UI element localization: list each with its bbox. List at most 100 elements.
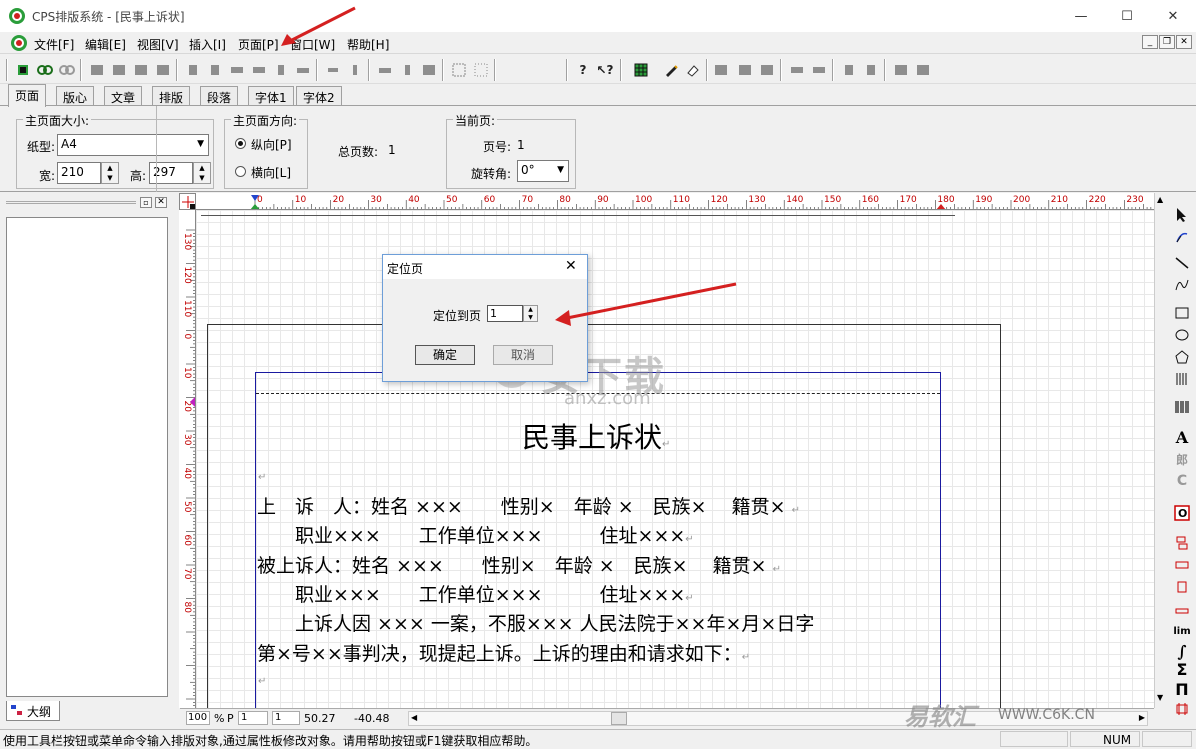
ok-button[interactable]: 确定: [415, 345, 475, 365]
circle-text-tool-icon[interactable]: C: [1170, 471, 1194, 491]
table-tool-icon[interactable]: [788, 61, 806, 79]
select-frame-icon[interactable]: [14, 61, 32, 79]
page-field-b[interactable]: 1: [272, 711, 300, 725]
ungroup-icon[interactable]: [472, 61, 490, 79]
align-icon[interactable]: [154, 61, 172, 79]
menu-edit[interactable]: 编辑[E]: [85, 36, 126, 53]
menu-file[interactable]: 文件[F]: [34, 36, 74, 53]
align-icon[interactable]: [132, 61, 150, 79]
unlink-icon[interactable]: [58, 61, 76, 79]
align-top-icon[interactable]: [228, 61, 246, 79]
table-tool-icon[interactable]: [914, 61, 932, 79]
node-edit-tool-icon[interactable]: [1170, 227, 1194, 247]
same-height-icon[interactable]: [398, 61, 416, 79]
menu-page[interactable]: 页面[P]: [238, 36, 279, 53]
width-field[interactable]: 210: [57, 162, 101, 184]
document-line[interactable]: 第×号××事判决，现提起上诉。上诉的理由和请求如下：↵: [257, 639, 750, 666]
matrix-tool-icon[interactable]: [1170, 699, 1194, 719]
link-icon[interactable]: [36, 61, 54, 79]
menu-view[interactable]: 视图[V]: [137, 36, 179, 53]
table-tool-icon[interactable]: [862, 61, 880, 79]
ellipse-tool-icon[interactable]: [1170, 325, 1194, 345]
align-icon[interactable]: [110, 61, 128, 79]
scroll-thumb[interactable]: [611, 712, 627, 725]
document-line[interactable]: 职业××× 工作单位××× 住址×××↵: [257, 580, 694, 607]
mdi-close-button[interactable]: ✕: [1176, 35, 1192, 49]
mdi-restore-button[interactable]: ❐: [1159, 35, 1175, 49]
table-tool-icon[interactable]: [758, 61, 776, 79]
outline-tree[interactable]: [6, 217, 168, 697]
horizontal-ruler[interactable]: 0 10 20 30 40 50 60 70 80 90 100 110 120 130 140 150 160…: [196, 193, 1154, 210]
product-tool-icon[interactable]: Π: [1170, 679, 1194, 699]
landscape-radio[interactable]: [235, 166, 246, 177]
tab-font1[interactable]: 字体1: [248, 86, 294, 106]
tab-article[interactable]: 文章: [104, 86, 143, 106]
barcode-tool-icon[interactable]: [1170, 397, 1194, 417]
document-line[interactable]: 被上诉人：姓名 ××× 性别× 年龄 × 民族× 籍贯× ↵: [257, 551, 781, 578]
group-icon[interactable]: [450, 61, 468, 79]
rectangle-tool-icon[interactable]: [1170, 303, 1194, 323]
close-button[interactable]: ✕: [1150, 0, 1196, 32]
align-icon[interactable]: [88, 61, 106, 79]
ruler-origin[interactable]: [179, 193, 196, 210]
document-line[interactable]: 职业××× 工作单位××× 住址×××↵: [257, 521, 694, 548]
document-title[interactable]: 民事上诉状↵: [522, 416, 670, 456]
menu-insert[interactable]: 插入[I]: [189, 36, 226, 53]
scroll-left-icon[interactable]: ◀: [411, 713, 417, 722]
align-left-icon[interactable]: [184, 61, 202, 79]
landscape-label[interactable]: 横向[L]: [251, 164, 291, 181]
document-icon[interactable]: [10, 34, 28, 52]
align-right-icon[interactable]: [206, 61, 224, 79]
frame-tool-icon[interactable]: O: [1170, 503, 1194, 523]
same-size-icon[interactable]: [420, 61, 438, 79]
vertical-scrollbar[interactable]: ▲ ▼: [1154, 193, 1168, 708]
menu-help[interactable]: 帮助[H]: [347, 36, 389, 53]
portrait-label[interactable]: 纵向[P]: [251, 136, 292, 153]
polygon-tool-icon[interactable]: [1170, 347, 1194, 367]
pane-close-button[interactable]: ✕: [155, 197, 167, 208]
vertical-text-tool-icon[interactable]: 郎: [1170, 449, 1194, 469]
document-line[interactable]: 上诉人因 ××× 一案，不服××× 人民法院于××年×月×日字: [257, 609, 814, 636]
tab-typeset[interactable]: 排版: [152, 86, 191, 106]
minimize-button[interactable]: —: [1058, 0, 1104, 32]
scroll-right-icon[interactable]: ▶: [1139, 713, 1145, 722]
same-width-icon[interactable]: [376, 61, 394, 79]
table-tool-icon[interactable]: [736, 61, 754, 79]
text-tool-icon[interactable]: A: [1170, 427, 1194, 447]
layout-tool-icon[interactable]: [1170, 577, 1194, 597]
document-line[interactable]: 上 诉 人：姓名 ××× 性别× 年龄 × 民族× 籍贯× ↵: [257, 492, 800, 519]
align-middle-icon[interactable]: [294, 61, 312, 79]
portrait-radio[interactable]: [235, 138, 246, 149]
maximize-button[interactable]: ☐: [1104, 0, 1150, 32]
line-tool-icon[interactable]: [1170, 253, 1194, 273]
context-help-icon[interactable]: ↖?: [596, 61, 614, 79]
layout-canvas[interactable]: 民事上诉状↵ ↵ 上 诉 人：姓名 ××× 性别× 年龄 × 民族× 籍贯× ↵…: [196, 210, 1154, 708]
outline-tab[interactable]: 大纲: [6, 701, 60, 721]
hatch-tool-icon[interactable]: [1170, 369, 1194, 389]
tab-paragraph[interactable]: 段落: [200, 86, 239, 106]
dialog-close-icon[interactable]: ✕: [565, 258, 577, 274]
mdi-minimize-button[interactable]: _: [1142, 35, 1158, 49]
goto-page-stepper[interactable]: ▲ ▼: [523, 305, 538, 322]
page-field-a[interactable]: 1: [238, 711, 268, 725]
distribute-h-icon[interactable]: [324, 61, 342, 79]
layout-tool-icon[interactable]: [1170, 555, 1194, 575]
pointer-tool-icon[interactable]: [1170, 205, 1194, 225]
vertical-ruler[interactable]: 130 120 110 0 10 20 30 40 50 60 70 80: [179, 210, 196, 708]
rotation-select[interactable]: 0° ▼: [517, 160, 569, 182]
menu-window[interactable]: 窗口[W]: [290, 36, 335, 53]
table-tool-icon[interactable]: [840, 61, 858, 79]
layout-tool-icon[interactable]: [1170, 533, 1194, 553]
cancel-button[interactable]: 取消: [493, 345, 553, 365]
pencil-icon[interactable]: [662, 61, 680, 79]
zoom-field[interactable]: 100: [186, 711, 210, 725]
align-bottom-icon[interactable]: [250, 61, 268, 79]
eraser-icon[interactable]: [684, 61, 702, 79]
tab-font2[interactable]: 字体2: [296, 86, 342, 106]
table-tool-icon[interactable]: [712, 61, 730, 79]
table-tool-icon[interactable]: [810, 61, 828, 79]
scroll-down-icon[interactable]: ▼: [1157, 693, 1163, 702]
limit-tool-icon[interactable]: lim: [1170, 621, 1194, 641]
table-tool-icon[interactable]: [892, 61, 910, 79]
curve-tool-icon[interactable]: [1170, 275, 1194, 295]
